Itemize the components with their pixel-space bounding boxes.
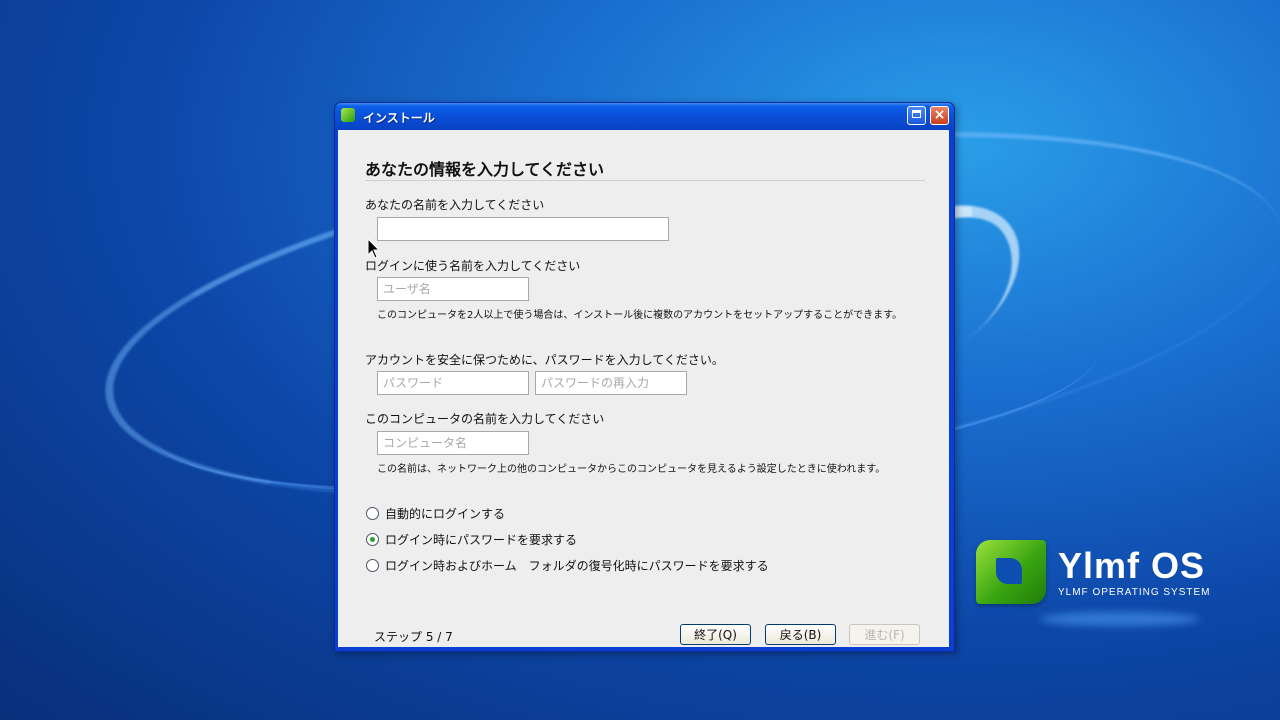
title-bar[interactable]: インストール ×: [335, 103, 954, 130]
back-button[interactable]: 戻る(B): [765, 624, 836, 645]
ylmf-logo-icon: [976, 540, 1046, 604]
window-title: インストール: [363, 111, 435, 125]
radio-require-password-decrypt[interactable]: ログイン時およびホーム フォルダの復号化時にパスワードを要求する: [366, 557, 769, 574]
page-title: あなたの情報を入力してください: [365, 160, 605, 179]
radio-button[interactable]: [366, 507, 379, 520]
app-icon: [341, 108, 355, 122]
maximize-button[interactable]: [907, 106, 926, 125]
radio-auto-login[interactable]: 自動的にログインする: [366, 505, 505, 522]
installer-window: インストール × あなたの情報を入力してください あなたの名前を入力してください…: [334, 102, 955, 652]
logo-title: Ylmf OS: [1058, 544, 1206, 586]
full-name-input[interactable]: [377, 217, 669, 241]
close-icon: ×: [933, 107, 946, 123]
computer-name-label: このコンピュータの名前を入力してください: [365, 412, 605, 426]
login-note: このコンピュータを2人以上で使う場合は、インストール後に複数のアカウントをセット…: [377, 310, 903, 321]
logo-reflection: [1040, 612, 1200, 626]
quit-button[interactable]: 終了(Q): [680, 624, 751, 645]
password-input[interactable]: [377, 371, 529, 395]
computer-name-note: この名前は、ネットワーク上の他のコンピュータからこのコンピュータを見えるよう設定…: [377, 464, 886, 475]
forward-button[interactable]: 進む(F): [849, 624, 920, 645]
logo-subtitle: YLMF OPERATING SYSTEM: [1058, 586, 1211, 598]
username-input[interactable]: [377, 277, 529, 301]
radio-label: 自動的にログインする: [385, 507, 506, 521]
step-indicator: ステップ 5 / 7: [374, 630, 453, 644]
close-button[interactable]: ×: [930, 106, 949, 125]
password-confirm-input[interactable]: [535, 371, 687, 395]
divider: [365, 180, 925, 181]
password-label: アカウントを安全に保つために、パスワードを入力してください。: [365, 353, 724, 367]
ylmf-logo: Ylmf OS YLMF OPERATING SYSTEM: [976, 540, 1211, 604]
name-label: あなたの名前を入力してください: [365, 198, 545, 212]
maximize-icon: [912, 110, 921, 118]
radio-label: ログイン時にパスワードを要求する: [385, 533, 578, 547]
mouse-cursor-icon: [367, 238, 381, 259]
dialog-body: あなたの情報を入力してください あなたの名前を入力してください ログインに使う名…: [338, 130, 949, 647]
radio-button-selected[interactable]: [366, 533, 379, 546]
computer-name-input[interactable]: [377, 431, 529, 455]
radio-label: ログイン時およびホーム フォルダの復号化時にパスワードを要求する: [385, 559, 769, 573]
login-name-label: ログインに使う名前を入力してください: [365, 259, 581, 273]
radio-require-password[interactable]: ログイン時にパスワードを要求する: [366, 531, 577, 548]
radio-button[interactable]: [366, 559, 379, 572]
